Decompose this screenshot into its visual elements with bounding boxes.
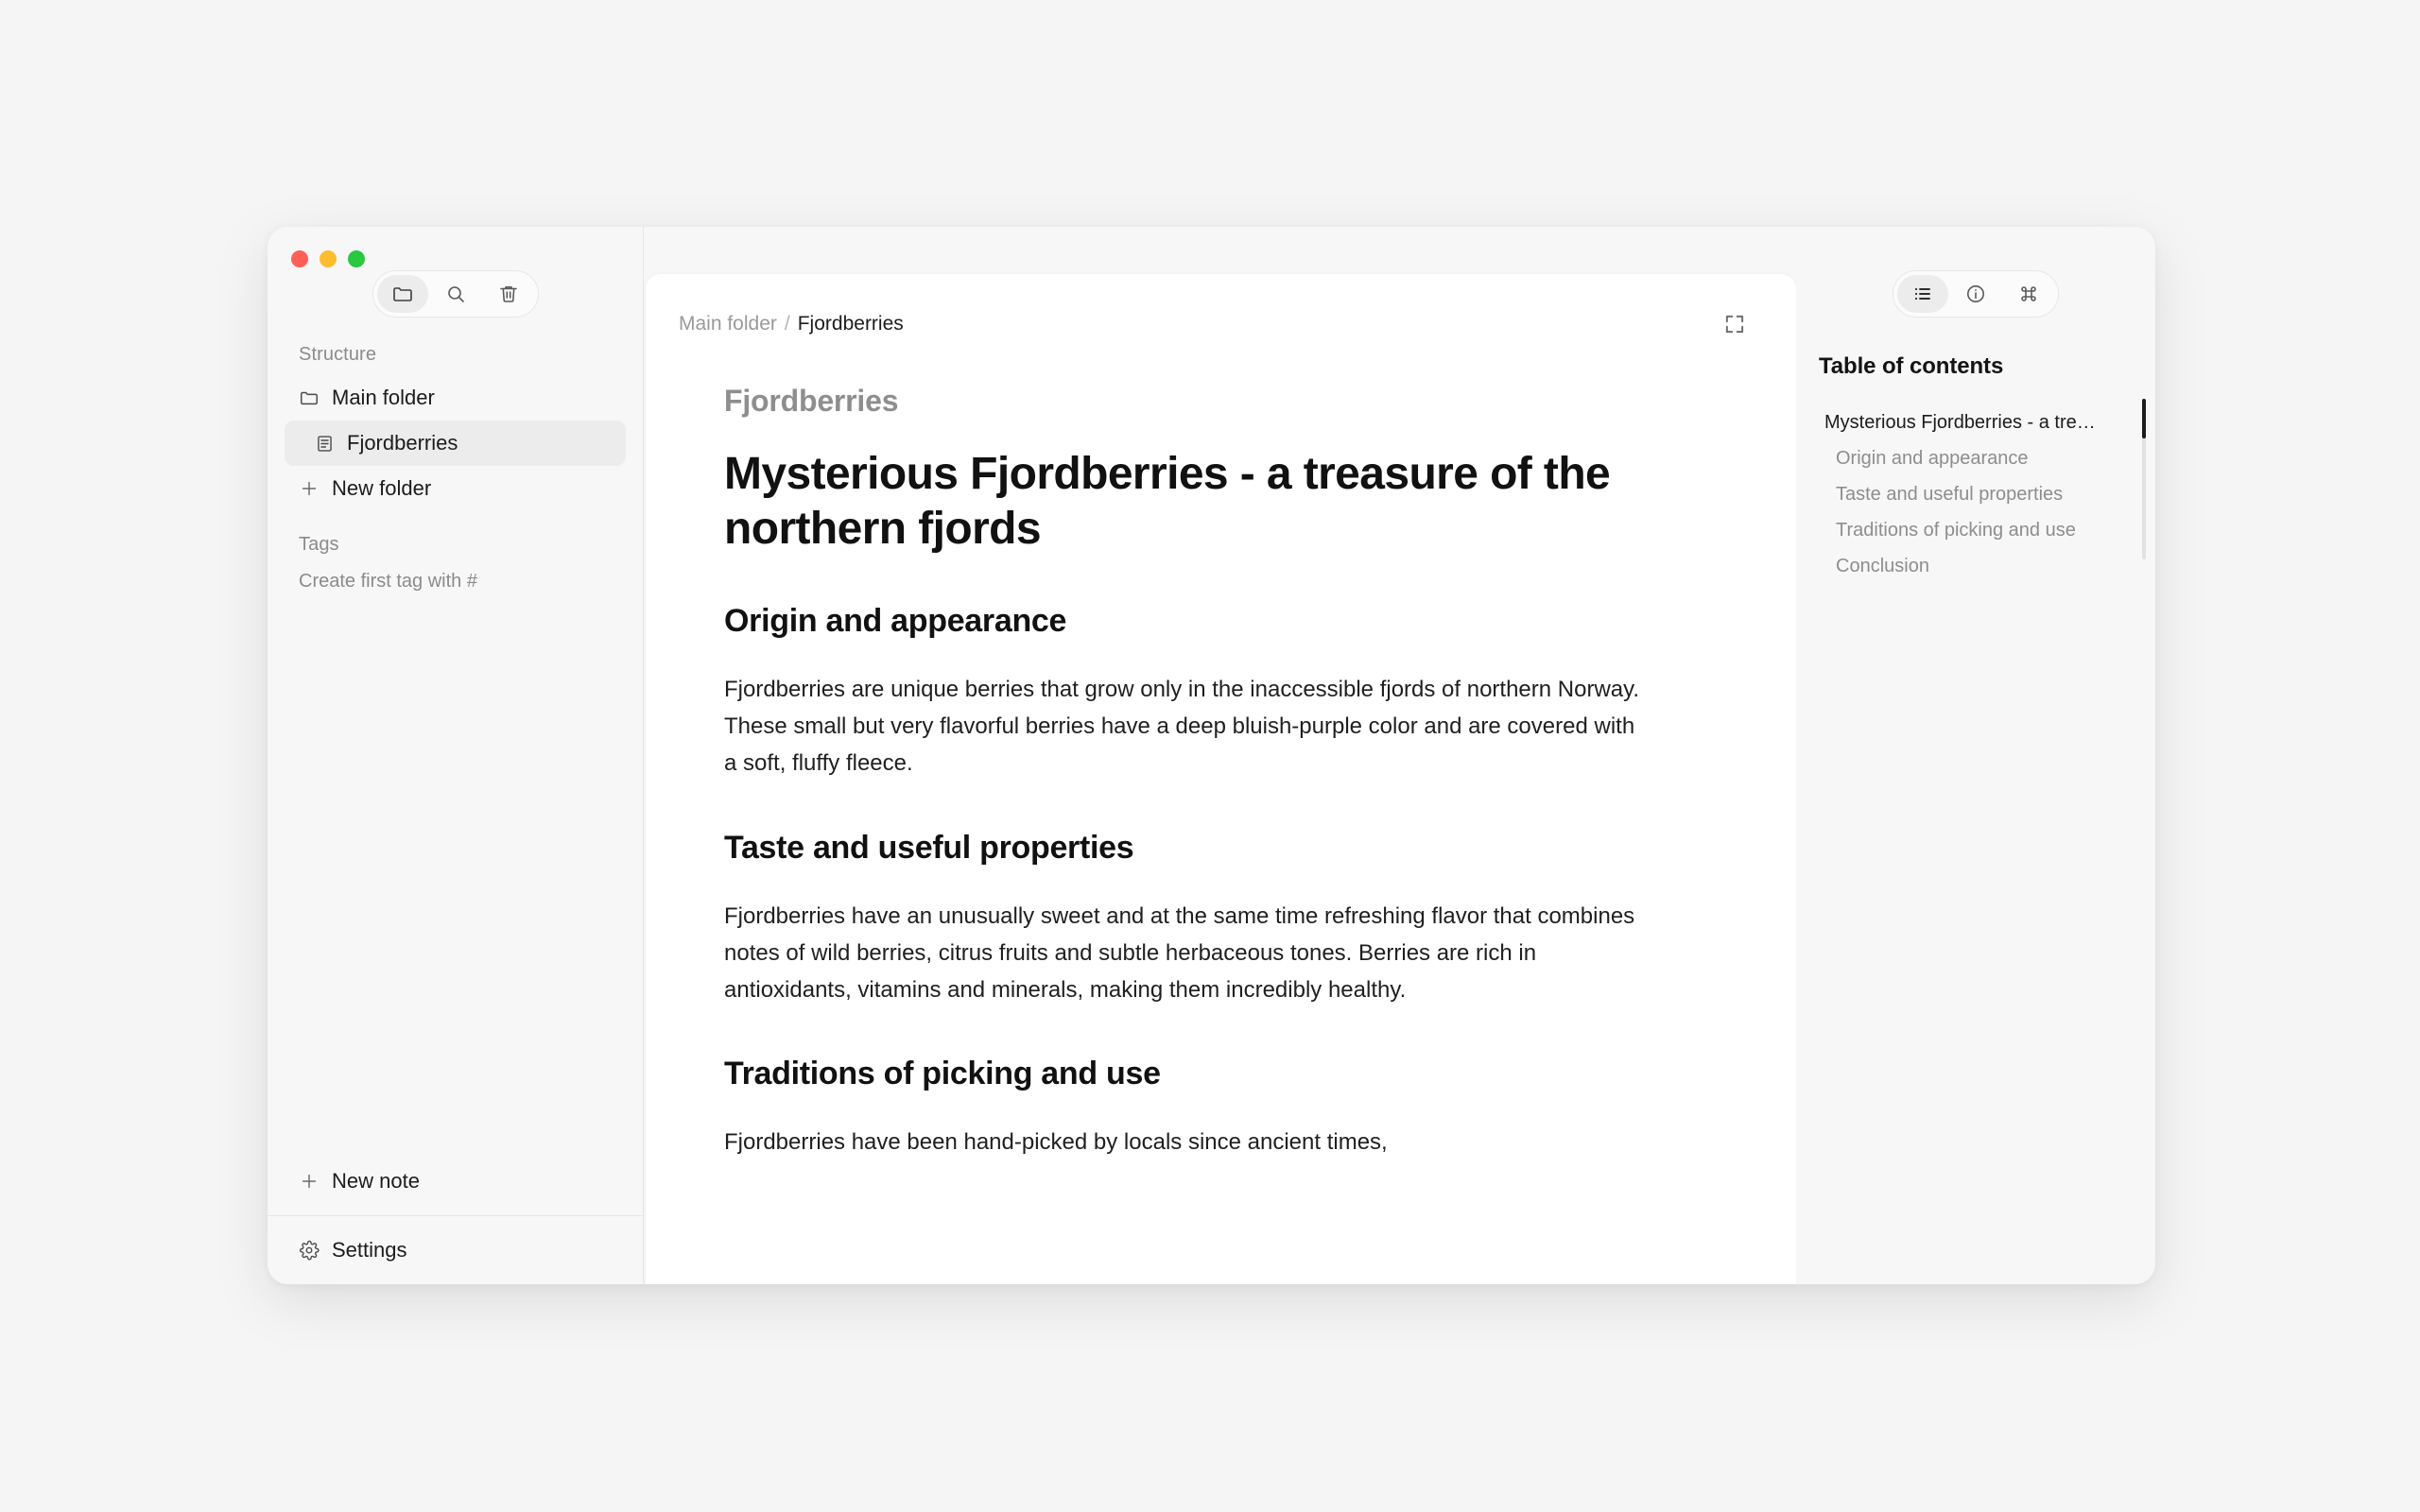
zoom-button[interactable]: [348, 250, 365, 267]
toc-list: Mysterious Fjordberries - a tre… Origin …: [1796, 380, 2155, 584]
plus-icon: [299, 478, 320, 499]
breadcrumb-current[interactable]: Fjordberries: [798, 313, 904, 335]
toc-title: Table of contents: [1819, 353, 2004, 379]
toc-scrollbar[interactable]: [2142, 399, 2146, 559]
section-heading[interactable]: Origin and appearance: [724, 603, 1763, 640]
document-area: Main folder / Fjordberries Fjordberries …: [644, 227, 1796, 1284]
info-icon: [1964, 283, 1987, 305]
section-heading[interactable]: Taste and useful properties: [724, 830, 1763, 867]
document-topbar: Main folder / Fjordberries: [646, 274, 1796, 338]
command-icon: [2017, 283, 2040, 305]
folder-icon: [299, 387, 320, 408]
toc-panel: Table of contents Mysterious Fjordberrie…: [1796, 227, 2155, 1284]
settings-button[interactable]: Settings: [268, 1216, 643, 1284]
search-icon: [444, 283, 467, 305]
document-body: Fjordberries Mysterious Fjordberries - a…: [646, 384, 1796, 1161]
search-tab-button[interactable]: [430, 275, 481, 313]
plus-icon: [299, 1171, 320, 1192]
settings-label: Settings: [332, 1238, 407, 1262]
breadcrumb-parent[interactable]: Main folder: [679, 313, 777, 335]
close-button[interactable]: [291, 250, 308, 267]
structure-label: Structure: [299, 344, 377, 365]
section-paragraph[interactable]: Fjordberries are unique berries that gro…: [724, 672, 1646, 782]
section-heading[interactable]: Traditions of picking and use: [724, 1056, 1763, 1092]
expand-icon[interactable]: [1720, 310, 1749, 338]
minimize-button[interactable]: [320, 250, 337, 267]
app-window: Structure Main folder Fjordberries New f…: [268, 227, 2155, 1284]
trash-icon: [497, 283, 520, 305]
sidebar-item-label: Fjordberries: [347, 431, 458, 455]
sidebar-item-main-folder[interactable]: Main folder: [285, 375, 626, 421]
toc-item[interactable]: Conclusion: [1819, 548, 2127, 584]
sidebar-item-new-folder[interactable]: New folder: [285, 466, 626, 511]
tags-hint: Create first tag with #: [299, 571, 477, 592]
new-note-button[interactable]: New note: [268, 1147, 643, 1215]
toc-toolbar: [1796, 227, 2155, 318]
sidebar-item-fjordberries[interactable]: Fjordberries: [285, 421, 626, 466]
folder-icon: [391, 283, 414, 305]
list-icon: [1911, 283, 1934, 305]
sidebar-toolbar: [268, 270, 643, 318]
document-card: Main folder / Fjordberries Fjordberries …: [646, 274, 1796, 1284]
folder-tab-button[interactable]: [376, 275, 428, 313]
toc-item[interactable]: Taste and useful properties: [1819, 476, 2127, 512]
tags-label: Tags: [299, 534, 339, 555]
section-paragraph[interactable]: Fjordberries have been hand-picked by lo…: [724, 1125, 1646, 1161]
gear-icon: [299, 1240, 320, 1261]
new-note-label: New note: [332, 1169, 420, 1193]
info-tab-button[interactable]: [1950, 275, 2001, 313]
document-icon: [314, 433, 335, 454]
toc-scrollbar-thumb[interactable]: [2142, 399, 2146, 438]
shortcuts-tab-button[interactable]: [2003, 275, 2054, 313]
sidebar: Structure Main folder Fjordberries New f…: [268, 227, 644, 1284]
document-kicker: Fjordberries: [724, 384, 899, 418]
document-title[interactable]: Mysterious Fjordberries - a treasure of …: [724, 447, 1613, 556]
structure-list: Main folder Fjordberries New folder: [268, 375, 643, 511]
sidebar-item-label: Main folder: [332, 386, 435, 409]
toc-item[interactable]: Traditions of picking and use: [1819, 512, 2127, 548]
traffic-lights: [268, 227, 643, 268]
toc-tab-button[interactable]: [1897, 275, 1948, 313]
section-paragraph[interactable]: Fjordberries have an unusually sweet and…: [724, 899, 1646, 1009]
toc-item[interactable]: Origin and appearance: [1819, 440, 2127, 476]
breadcrumb: Main folder / Fjordberries: [679, 313, 904, 335]
sidebar-item-label: New folder: [332, 476, 432, 500]
breadcrumb-separator: /: [784, 313, 790, 335]
toc-item[interactable]: Mysterious Fjordberries - a tre…: [1819, 404, 2127, 440]
trash-tab-button[interactable]: [483, 275, 534, 313]
